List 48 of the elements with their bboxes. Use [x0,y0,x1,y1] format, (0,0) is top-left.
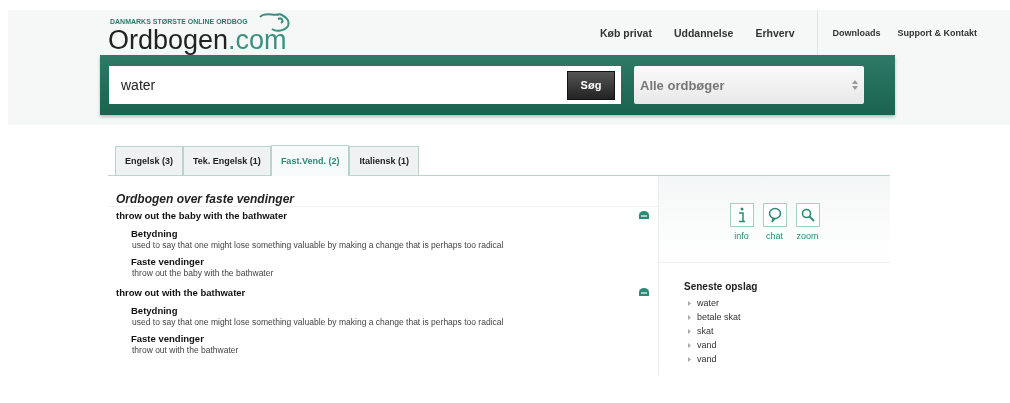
nav-link[interactable]: Erhverv [755,26,795,39]
nav-link[interactable]: Support & Kontakt [897,27,978,38]
search-field[interactable]: water Søg [109,66,621,104]
updown-arrow-icon [852,80,858,90]
bullet-icon [688,356,691,362]
recent-title: Seneste opslag [684,281,759,292]
dictionary-dropdown[interactable]: Alle ordbøger [634,66,864,104]
nav-link[interactable]: Downloads [832,27,881,38]
dictionary-tab[interactable]: Fast.Vend. (2) [270,145,350,176]
nav-link[interactable]: Køb privat [600,26,652,39]
recent-link[interactable]: betale skat [697,312,741,322]
section-heading: Faste vendinger [131,256,205,267]
section-heading: Betydning [131,228,179,239]
tool-label[interactable]: zoom [796,231,819,241]
dictionary-tab[interactable]: Tek. Engelsk (1) [183,146,271,175]
tool-label[interactable]: chat [766,231,783,241]
search-button[interactable]: Søg [567,70,615,100]
info-icon [736,207,747,223]
section-heading: Faste vendinger [131,333,205,344]
section-heading: Betydning [131,305,179,316]
section-text: used to say that one might lose something valuable by making a change that is perhaps too radical [132,317,505,327]
zoom-button[interactable] [795,203,820,227]
nav-link[interactable]: Uddannelse [673,26,734,39]
headword: throw out with the bathwater [116,286,246,298]
logo-wordmark[interactable]: Ordbogen.com [108,25,298,55]
bullet-icon [688,342,691,348]
search-icon [800,208,815,222]
section-text: throw out with the bathwater [132,345,240,355]
recent-link[interactable]: skat [697,326,714,336]
info-button[interactable] [729,203,754,227]
dictionary-tab[interactable]: Engelsk (3) [115,146,183,175]
bullet-icon [688,328,691,334]
dome-icon[interactable] [638,287,650,297]
chat-bubble-icon [767,207,782,223]
results-title: Ordbogen over faste vendinger [116,192,296,206]
chat-button[interactable] [762,203,787,227]
recent-link[interactable]: water [697,298,719,308]
bullet-icon [688,314,691,320]
recent-link[interactable]: vand [697,354,717,364]
bullet-icon [688,300,691,306]
headword: throw out the baby with the bathwater [116,209,287,221]
section-text: used to say that one might lose something valuable by making a change that is perhaps too radical [132,240,505,250]
recent-link[interactable]: vand [697,340,717,350]
tool-label[interactable]: info [734,231,749,241]
search-input: water [119,76,523,94]
dome-icon[interactable] [638,210,650,220]
section-text: throw out the baby with the bathwater [132,268,275,278]
dictionary-tab[interactable]: Italiensk (1) [349,146,419,175]
